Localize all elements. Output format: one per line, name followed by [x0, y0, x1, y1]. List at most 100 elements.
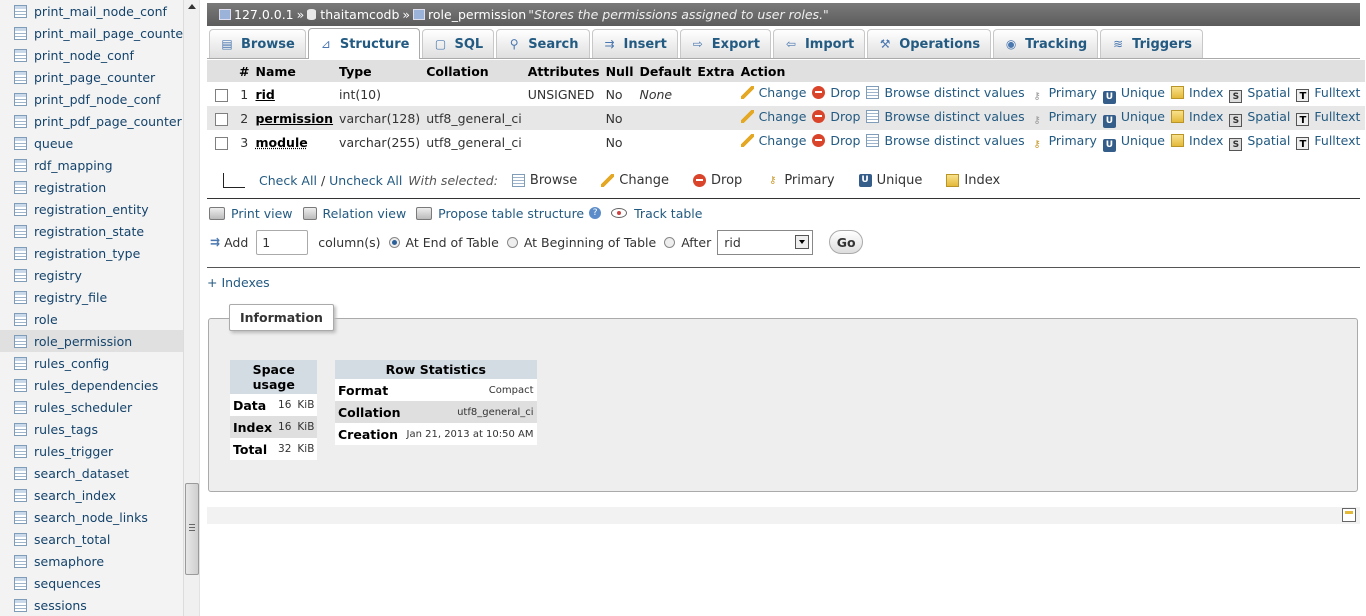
- sidebar-item-rules_scheduler[interactable]: rules_scheduler: [0, 396, 183, 418]
- breadcrumb-table[interactable]: role_permission: [428, 7, 526, 22]
- sidebar-item-label: print_pdf_node_conf: [34, 91, 161, 107]
- change-action[interactable]: Change: [740, 133, 806, 148]
- sidebar-item-registration[interactable]: registration: [0, 176, 183, 198]
- fulltext-action[interactable]: T Fulltext: [1296, 133, 1360, 150]
- tab-import[interactable]: ⇦ Import: [772, 29, 866, 58]
- unique-action[interactable]: U Unique: [1102, 109, 1165, 128]
- scrollbar-thumb[interactable]: [185, 483, 199, 575]
- index-action[interactable]: Index: [1170, 109, 1223, 124]
- sidebar-item-print_page_counter[interactable]: print_page_counter: [0, 66, 183, 88]
- sidebar-item-search_total[interactable]: search_total: [0, 528, 183, 550]
- check-all-link[interactable]: Check All: [259, 173, 317, 188]
- with-selected-index-button[interactable]: Index: [946, 173, 1000, 188]
- breadcrumb-server[interactable]: 127.0.0.1: [234, 7, 294, 22]
- sidebar-item-sequences[interactable]: sequences: [0, 572, 183, 594]
- at-beginning-radio[interactable]: [506, 236, 518, 248]
- with-selected-change-button[interactable]: Change: [601, 173, 669, 188]
- propose-structure-link[interactable]: Propose table structure?: [416, 206, 602, 221]
- unique-action[interactable]: U Unique: [1102, 85, 1165, 104]
- sidebar-item-registry_file[interactable]: registry_file: [0, 286, 183, 308]
- indexes-toggle-link[interactable]: + Indexes: [207, 275, 270, 290]
- scroll-up-arrow-icon[interactable]: [188, 4, 196, 9]
- row-checkbox[interactable]: [215, 136, 228, 150]
- tab-structure[interactable]: ⊿ Structure: [307, 28, 421, 59]
- at-end-radio[interactable]: [388, 236, 400, 248]
- sidebar-item-print_mail_page_counter[interactable]: print_mail_page_counter: [0, 22, 188, 44]
- sidebar-item-print_mail_node_conf[interactable]: print_mail_node_conf: [0, 0, 183, 22]
- column-count-input[interactable]: [256, 229, 309, 255]
- tab-sql[interactable]: ▢ SQL: [422, 29, 495, 58]
- notes-icon[interactable]: [1342, 508, 1356, 522]
- primary-action[interactable]: ⚷ Primary: [1031, 109, 1096, 126]
- sidebar-item-rules_config[interactable]: rules_config: [0, 352, 183, 374]
- sidebar-item-rules_trigger[interactable]: rules_trigger: [0, 440, 183, 462]
- sidebar-item-registry[interactable]: registry: [0, 264, 183, 286]
- change-action[interactable]: Change: [740, 85, 806, 100]
- row-checkbox[interactable]: [215, 112, 228, 126]
- change-action[interactable]: Change: [740, 109, 806, 124]
- spatial-action[interactable]: S Spatial: [1229, 109, 1290, 127]
- sidebar-item-queue[interactable]: queue: [0, 132, 183, 154]
- sidebar-item-print_pdf_node_conf[interactable]: print_pdf_node_conf: [0, 88, 183, 110]
- drop-action[interactable]: Drop: [812, 133, 861, 148]
- tab-insert[interactable]: ⇉ Insert: [591, 29, 678, 58]
- primary-action[interactable]: ⚷ Primary: [1031, 85, 1096, 102]
- print-view-link[interactable]: Print view: [209, 206, 293, 221]
- with-selected-unique-button[interactable]: U Unique: [858, 173, 922, 188]
- after-radio[interactable]: [664, 236, 676, 248]
- browse-distinct-action[interactable]: Browse distinct values: [866, 109, 1025, 124]
- uncheck-all-link[interactable]: Uncheck All: [329, 173, 402, 188]
- sidebar-item-role[interactable]: role: [0, 308, 183, 330]
- divider: [207, 267, 1360, 268]
- column-name[interactable]: rid: [255, 87, 274, 102]
- spatial-action[interactable]: S Spatial: [1229, 133, 1290, 151]
- sidebar-item-print_pdf_page_counter[interactable]: print_pdf_page_counter: [0, 110, 183, 132]
- navigation-scrollbar[interactable]: [183, 0, 199, 616]
- index-action[interactable]: Index: [1170, 85, 1223, 100]
- sidebar-item-registration_type[interactable]: registration_type: [0, 242, 183, 264]
- sidebar-item-search_node_links[interactable]: search_node_links: [0, 506, 183, 528]
- with-selected-primary-button[interactable]: ⚷ Primary: [766, 173, 834, 188]
- sidebar-item-semaphore[interactable]: semaphore: [0, 550, 183, 572]
- spatial-action[interactable]: S Spatial: [1229, 85, 1290, 103]
- sidebar-item-rdf_mapping[interactable]: rdf_mapping: [0, 154, 183, 176]
- relation-view-link[interactable]: Relation view: [302, 206, 406, 221]
- tab-triggers[interactable]: ≋ Triggers: [1100, 29, 1204, 58]
- chevron-down-icon[interactable]: [795, 235, 810, 249]
- tab-browse[interactable]: ▤ Browse: [209, 29, 306, 58]
- browse-distinct-action[interactable]: Browse distinct values: [866, 133, 1025, 148]
- sidebar-item-print_node_conf[interactable]: print_node_conf: [0, 44, 183, 66]
- sidebar-item-search_index[interactable]: search_index: [0, 484, 183, 506]
- drop-action[interactable]: Drop: [812, 85, 861, 100]
- sidebar-item-search_dataset[interactable]: search_dataset: [0, 462, 183, 484]
- with-selected-browse-button[interactable]: Browse: [511, 173, 577, 188]
- header-default: Default: [636, 60, 695, 82]
- column-name[interactable]: permission: [255, 111, 333, 126]
- sidebar-item-registration_state[interactable]: registration_state: [0, 220, 183, 242]
- sidebar-item-role_permission[interactable]: role_permission: [0, 330, 183, 352]
- primary-action[interactable]: ⚷ Primary: [1031, 133, 1096, 150]
- row-checkbox[interactable]: [215, 88, 228, 102]
- fulltext-action[interactable]: T Fulltext: [1296, 85, 1360, 102]
- after-column-select[interactable]: rid: [717, 229, 814, 255]
- browse-distinct-action[interactable]: Browse distinct values: [866, 85, 1025, 100]
- column-name[interactable]: module: [255, 135, 307, 150]
- fulltext-action[interactable]: T Fulltext: [1296, 109, 1360, 126]
- sidebar-item-rules_dependencies[interactable]: rules_dependencies: [0, 374, 183, 396]
- sidebar-item-sessions[interactable]: sessions: [0, 594, 183, 616]
- unique-action[interactable]: U Unique: [1102, 133, 1165, 152]
- sidebar-item-registration_entity[interactable]: registration_entity: [0, 198, 183, 220]
- sidebar-item-rules_tags[interactable]: rules_tags: [0, 418, 183, 440]
- drop-action[interactable]: Drop: [812, 109, 861, 124]
- tab-search[interactable]: ⚲ Search: [496, 29, 590, 58]
- with-selected-drop-button[interactable]: Drop: [693, 173, 742, 188]
- tab-operations[interactable]: ⚒ Operations: [867, 29, 992, 58]
- tab-tracking[interactable]: ◉ Tracking: [993, 29, 1099, 58]
- track-table-link[interactable]: Track table: [611, 206, 702, 221]
- breadcrumb-database[interactable]: thaitamcodb: [320, 7, 399, 22]
- go-button[interactable]: Go: [829, 230, 864, 254]
- index-action[interactable]: Index: [1170, 133, 1223, 148]
- tab-export[interactable]: ⇨ Export: [679, 29, 771, 58]
- sidebar-item-label: rules_trigger: [34, 443, 114, 459]
- help-icon[interactable]: ?: [589, 207, 602, 219]
